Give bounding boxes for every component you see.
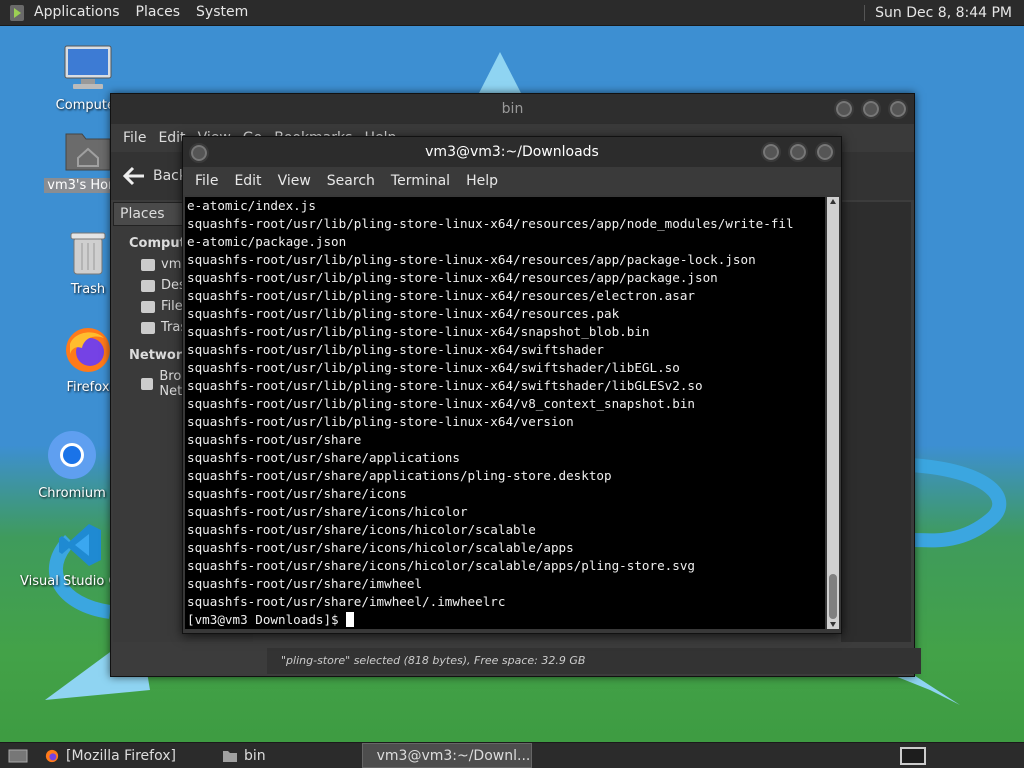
terminal-line: e-atomic/package.json [187,234,347,249]
applications-logo-icon[interactable] [10,4,24,21]
terminal-line: squashfs-root/usr/share/applications [187,450,460,465]
text-cursor [346,612,355,627]
firefox-icon [66,328,110,372]
window-title: bin [501,101,524,117]
back-arrow-icon [123,166,144,186]
desktop-icon [141,279,155,292]
system-menu[interactable]: System [188,0,256,25]
terminal-menubar: File Edit View Search Terminal Help [183,167,841,195]
terminal-line: squashfs-root/usr/lib/pling-store-linux-… [187,414,574,429]
window-controls [761,142,835,162]
top-panel: Applications Places System Sun Dec 8, 8:… [0,0,1024,26]
terminal-line: squashfs-root/usr/lib/pling-store-linux-… [187,288,695,303]
show-desktop-button[interactable] [0,744,36,767]
terminal-line: squashfs-root/usr/share/icons [187,486,407,501]
trash-icon [70,232,106,275]
terminal-line: e-atomic/index.js [187,198,316,213]
menu-help[interactable]: Help [458,173,506,189]
terminal-line: squashfs-root/usr/lib/pling-store-linux-… [187,342,605,357]
taskbar-item-label: bin [243,747,266,764]
vscode-icon [59,524,101,566]
close-button[interactable] [888,99,908,119]
trash-icon [141,321,155,334]
desktop-icon-label: Chromium [38,486,106,501]
close-button[interactable] [815,142,835,162]
terminal-line: squashfs-root/usr/lib/pling-store-linux-… [187,252,756,267]
home-folder-icon [65,133,111,171]
terminal-line: squashfs-root/usr/lib/pling-store-linux-… [187,378,703,393]
terminal-line: squashfs-root/usr/share/icons/hicolor/sc… [187,522,536,537]
scroll-up-icon[interactable] [830,199,836,204]
clock[interactable]: Sun Dec 8, 8:44 PM [864,4,1024,21]
terminal-line: squashfs-root/usr/lib/pling-store-linux-… [187,216,794,231]
applications-menu[interactable]: Applications [26,0,128,25]
maximize-button[interactable] [861,99,881,119]
network-icon [141,378,154,390]
drive-icon [141,300,155,313]
terminal-line: squashfs-root/usr/share/imwheel/.imwheel… [187,594,506,609]
terminal-line: squashfs-root/usr/share/icons/hicolor [187,504,468,519]
desktop-icon-chromium[interactable]: Chromium [22,430,122,501]
file-manager-titlebar[interactable]: bin [111,94,914,124]
minimize-button[interactable] [834,99,854,119]
show-desktop-icon [8,749,28,762]
back-button[interactable]: Back [123,166,187,186]
terminal-line: squashfs-root/usr/share/icons/hicolor/sc… [187,558,695,573]
terminal-titlebar[interactable]: vm3@vm3:~/Downloads [183,137,841,167]
menu-terminal[interactable]: Terminal [383,173,458,189]
terminal-line: squashfs-root/usr/lib/pling-store-linux-… [187,324,650,339]
firefox-icon [45,749,59,762]
menu-search[interactable]: Search [319,173,383,189]
status-bar: "pling-store" selected (818 bytes), Free… [267,648,921,674]
terminal-line: squashfs-root/usr/share [187,432,362,447]
taskbar-item-terminal[interactable]: >_ vm3@vm3:~/Downl... [361,743,532,768]
window-controls [834,99,908,119]
terminal-window[interactable]: vm3@vm3:~/Downloads File Edit View Searc… [182,136,842,634]
workspace-switcher[interactable] [892,744,934,767]
minimize-button[interactable] [761,142,781,162]
terminal-line: squashfs-root/usr/lib/pling-store-linux-… [187,270,718,285]
terminal-output[interactable]: e-atomic/index.js squashfs-root/usr/lib/p… [185,197,825,629]
scrollbar-thumb[interactable] [829,574,837,619]
file-manager-content[interactable] [841,202,911,642]
window-menu-icon [189,143,209,163]
taskbar-item-bin[interactable]: bin [214,744,274,767]
scroll-down-icon[interactable] [830,622,836,627]
menu-file[interactable]: File [117,130,152,146]
home-icon [141,258,155,271]
taskbar: [Mozilla Firefox] bin >_ vm3@vm3:~/Downl… [0,742,1024,768]
terminal-line: squashfs-root/usr/lib/pling-store-linux-… [187,396,695,411]
taskbar-item-label: vm3@vm3:~/Downl... [376,747,531,764]
taskbar-item-firefox[interactable]: [Mozilla Firefox] [36,744,184,767]
window-title: vm3@vm3:~/Downloads [425,144,599,160]
terminal-scrollbar[interactable] [827,197,839,629]
menu-file[interactable]: File [187,173,226,189]
folder-icon [222,750,237,762]
terminal-line: squashfs-root/usr/share/icons/hicolor/sc… [187,540,574,555]
terminal-line: squashfs-root/usr/share/applications/pli… [187,468,612,483]
places-menu[interactable]: Places [128,0,189,25]
terminal-line: squashfs-root/usr/lib/pling-store-linux-… [187,360,680,375]
chromium-icon [48,431,96,479]
taskbar-item-label: [Mozilla Firefox] [66,747,176,764]
terminal-prompt-line[interactable]: [vm3@vm3 Downloads]$ [185,611,825,629]
menu-view[interactable]: View [270,173,319,189]
monitor-icon [64,45,112,89]
window-menu-button[interactable] [189,143,209,163]
terminal-prompt: [vm3@vm3 Downloads]$ [187,612,347,627]
maximize-button[interactable] [788,142,808,162]
terminal-line: squashfs-root/usr/share/imwheel [187,576,423,591]
terminal-line: squashfs-root/usr/lib/pling-store-linux-… [187,306,620,321]
menu-edit[interactable]: Edit [226,173,269,189]
workspace-icon [900,746,926,765]
